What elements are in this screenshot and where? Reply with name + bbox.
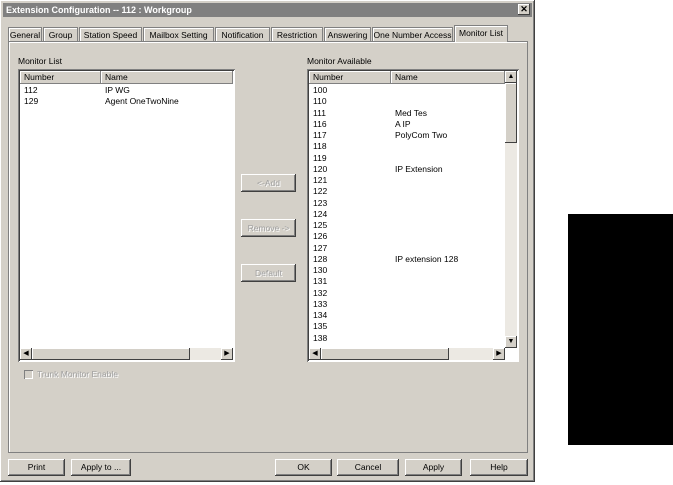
column-header-name[interactable]: Name (391, 71, 505, 84)
scroll-down-icon[interactable]: ▼ (505, 336, 517, 348)
print-button[interactable]: Print (8, 459, 65, 476)
tab-general[interactable]: General (8, 27, 42, 41)
title-bar: Extension Configuration -- 112 : Workgro… (3, 3, 532, 17)
monitor-list-header: Number Name (20, 71, 233, 84)
monitor-list-horizontal-scrollbar[interactable]: ◀ ▶ (20, 348, 233, 360)
window-title: Extension Configuration -- 112 : Workgro… (6, 5, 192, 15)
extension-configuration-dialog: Extension Configuration -- 112 : Workgro… (0, 0, 535, 482)
monitor-available-header: Number Name (309, 71, 505, 84)
tab-answering[interactable]: Answering (324, 27, 371, 41)
scroll-thumb[interactable] (505, 83, 517, 143)
scroll-left-icon[interactable]: ◀ (309, 348, 321, 360)
add-button[interactable]: <-Add (241, 174, 296, 192)
tab-group[interactable]: Group (43, 27, 78, 41)
monitor-available-box[interactable]: Number Name 100 110 111 Med Tes 116 A IP 117 Po… (307, 69, 519, 362)
tab-one-number-access[interactable]: One Number Access (372, 27, 453, 41)
scroll-thumb[interactable] (321, 348, 449, 360)
scroll-thumb[interactable] (32, 348, 190, 360)
trunk-monitor-label: Trunk Monitor Enable (37, 369, 118, 379)
scroll-up-icon[interactable]: ▲ (505, 71, 517, 83)
close-icon[interactable]: ✕ (518, 4, 530, 15)
column-header-number[interactable]: Number (20, 71, 101, 84)
monitor-available-label: Monitor Available (307, 56, 372, 66)
scroll-right-icon[interactable]: ▶ (493, 348, 505, 360)
default-button[interactable]: Default (241, 264, 296, 282)
ok-button[interactable]: OK (275, 459, 332, 476)
monitor-available-vertical-scrollbar[interactable]: ▲ ▼ (505, 71, 517, 348)
apply-to-button[interactable]: Apply to ... (71, 459, 131, 476)
scroll-left-icon[interactable]: ◀ (20, 348, 32, 360)
trunk-monitor-checkbox[interactable] (24, 370, 33, 379)
tab-monitor-list[interactable]: Monitor List (454, 25, 508, 42)
tab-panel: Monitor List Number Name 112 IP WG 129 A… (8, 41, 528, 453)
monitor-list-label: Monitor List (18, 56, 62, 66)
scroll-right-icon[interactable]: ▶ (221, 348, 233, 360)
tab-restriction[interactable]: Restriction (271, 27, 323, 41)
tab-station-speed[interactable]: Station Speed (79, 27, 142, 41)
black-panel (568, 214, 673, 445)
remove-button[interactable]: Remove -> (241, 219, 296, 237)
monitor-available-horizontal-scrollbar[interactable]: ◀ ▶ (309, 348, 505, 360)
help-button[interactable]: Help (470, 459, 528, 476)
tab-mailbox-setting[interactable]: Mailbox Setting (143, 27, 214, 41)
cancel-button[interactable]: Cancel (337, 459, 399, 476)
monitor-list-box[interactable]: Number Name 112 IP WG 129 Agent OneTwoNi… (18, 69, 235, 362)
tab-notification[interactable]: Notification (215, 27, 270, 41)
column-header-number[interactable]: Number (309, 71, 391, 84)
column-header-name[interactable]: Name (101, 71, 233, 84)
apply-button[interactable]: Apply (405, 459, 462, 476)
